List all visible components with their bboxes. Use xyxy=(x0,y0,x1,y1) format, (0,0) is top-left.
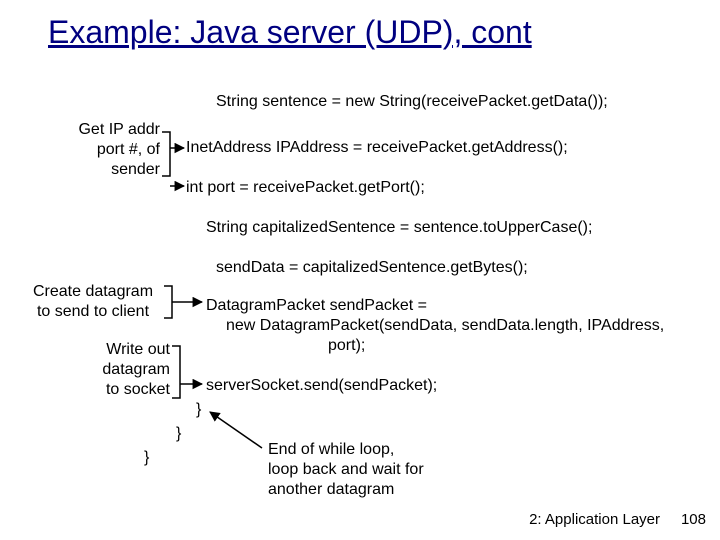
annot-text: datagram xyxy=(102,361,170,378)
code-line-6c: port); xyxy=(328,336,365,356)
code-line-9: } xyxy=(176,424,181,444)
annot-text: another datagram xyxy=(268,481,394,498)
annot-text: sender xyxy=(111,161,160,178)
code-line-6a: DatagramPacket sendPacket = xyxy=(206,296,427,316)
annot-text: loop back and wait for xyxy=(268,461,424,478)
annot-text: to send to client xyxy=(37,303,149,320)
annotation-end-loop: End of while loop, loop back and wait fo… xyxy=(268,440,424,500)
footer-text: 2: Application Layer xyxy=(529,511,660,528)
slide-title: Example: Java server (UDP), cont xyxy=(48,14,532,51)
annot-text: End of while loop, xyxy=(268,441,394,458)
annot-text: Get IP addr xyxy=(78,121,160,138)
code-line-10: } xyxy=(144,448,149,468)
annotation-create-datagram: Create datagram to send to client xyxy=(18,282,168,322)
code-line-7: serverSocket.send(sendPacket); xyxy=(206,376,437,396)
code-line-6b: new DatagramPacket(sendData, sendData.le… xyxy=(226,316,664,336)
annot-text: Create datagram xyxy=(33,283,153,300)
code-line-8: } xyxy=(196,400,201,420)
page-number: 108 xyxy=(681,511,706,528)
code-line-4: String capitalizedSentence = sentence.to… xyxy=(206,218,592,238)
annotation-get-ip: Get IP addr port #, of sender xyxy=(30,120,160,180)
slide: Example: Java server (UDP), cont String … xyxy=(0,0,720,540)
code-line-3: int port = receivePacket.getPort(); xyxy=(186,178,425,198)
code-line-1: String sentence = new String(receivePack… xyxy=(216,92,608,112)
code-line-5: sendData = capitalizedSentence.getBytes(… xyxy=(216,258,528,278)
code-line-2: InetAddress IPAddress = receivePacket.ge… xyxy=(186,138,568,158)
annot-text: Write out xyxy=(106,341,170,358)
annotation-write-out: Write out datagram to socket xyxy=(40,340,170,400)
annot-text: port #, of xyxy=(97,141,160,158)
annot-text: to socket xyxy=(106,381,170,398)
